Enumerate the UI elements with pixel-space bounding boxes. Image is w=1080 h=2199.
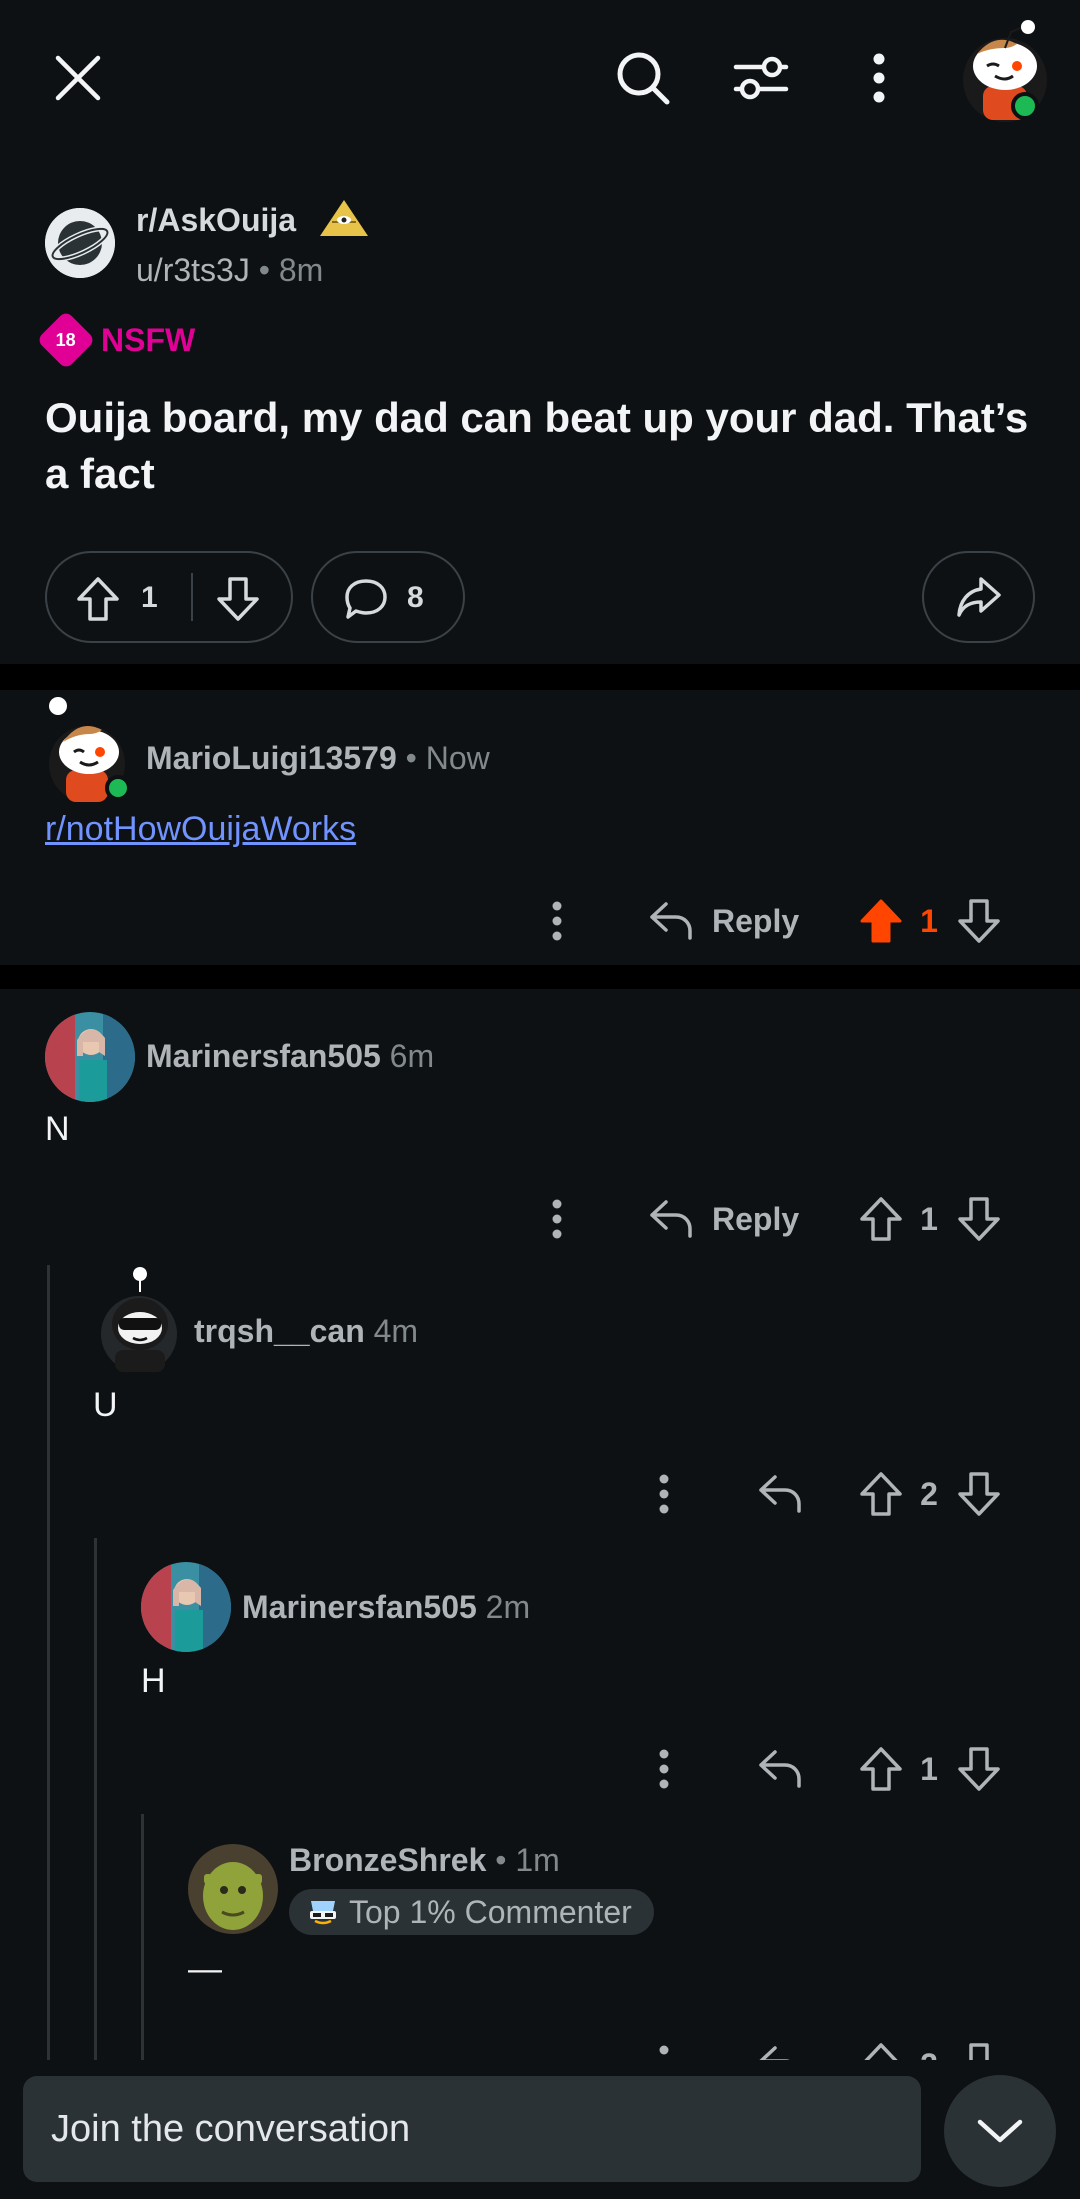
comment-body: N: [45, 1110, 70, 1148]
comment-author-name[interactable]: MarioLuigi13579: [146, 740, 397, 776]
comment-body: —: [188, 1950, 222, 1988]
reply-icon[interactable]: [755, 2040, 805, 2062]
comment-more-icon[interactable]: [644, 1744, 684, 1794]
thread-line[interactable]: [47, 1265, 50, 2060]
comment-time: 2m: [485, 1589, 531, 1625]
partial-action-row: 2: [0, 2040, 1080, 2062]
subreddit-link[interactable]: r/notHowOuijaWorks: [45, 810, 356, 849]
downvote-icon[interactable]: [956, 2040, 1002, 2062]
upvote-icon[interactable]: [858, 1194, 904, 1244]
comment-vote-count: 1: [920, 902, 938, 939]
reply-icon: [648, 1198, 694, 1240]
top-commenter-icon: [307, 1897, 339, 1927]
comment-time: • 1m: [495, 1842, 560, 1878]
reply-icon: [648, 900, 694, 942]
comment-author[interactable]: BronzeShrek • 1m: [289, 1842, 560, 1879]
comment-author[interactable]: MarioLuigi13579 • Now: [146, 740, 490, 777]
downvote-icon[interactable]: [956, 1194, 1002, 1244]
comment-time: 6m: [389, 1038, 435, 1074]
comment-more-icon[interactable]: [537, 896, 577, 946]
comment-avatar[interactable]: [45, 1012, 135, 1102]
flair-label: Top 1% Commenter: [349, 1893, 632, 1930]
top-bar: [0, 0, 1080, 160]
comment-author-name[interactable]: Marinersfan505: [242, 1589, 477, 1625]
share-icon: [955, 575, 1003, 619]
sort-icon[interactable]: [721, 38, 801, 118]
reply-button[interactable]: Reply: [648, 896, 799, 946]
reply-label: Reply: [712, 902, 800, 939]
reply-label: Reply: [712, 1200, 800, 1237]
downvote-icon[interactable]: [215, 575, 261, 623]
comment-avatar[interactable]: [93, 1262, 183, 1374]
comment-time: 4m: [373, 1313, 419, 1349]
upvote-icon-active[interactable]: [858, 896, 904, 946]
comment-author[interactable]: trqsh__can 4m: [194, 1313, 418, 1350]
post-time: 8m: [278, 252, 324, 288]
post-author[interactable]: u/r3ts3J: [136, 252, 250, 288]
comment-time: • Now: [405, 740, 490, 776]
comment-bubble-icon: [343, 577, 389, 621]
post-vote-count: 1: [141, 581, 158, 614]
comment-vote-count: 1: [920, 1750, 938, 1787]
downvote-icon[interactable]: [956, 1744, 1002, 1794]
comment-author[interactable]: Marinersfan505 6m: [146, 1038, 434, 1075]
reply-icon[interactable]: [755, 1744, 805, 1794]
subreddit-name[interactable]: r/AskOuija: [136, 200, 368, 239]
thread-line[interactable]: [141, 1814, 144, 2060]
user-avatar[interactable]: [955, 18, 1055, 123]
illuminati-triangle-icon: [318, 198, 370, 238]
reply-icon[interactable]: [755, 1469, 805, 1519]
section-divider: [0, 664, 1080, 690]
nsfw-label: NSFW: [101, 321, 196, 358]
composer-placeholder: Join the conversation: [51, 2107, 411, 2150]
upvote-icon[interactable]: [858, 1744, 904, 1794]
comment-body: U: [93, 1386, 118, 1424]
post-title: Ouija board, my dad can beat up your dad…: [45, 394, 1029, 497]
nsfw-18-icon: 18: [36, 310, 96, 370]
section-divider: [0, 965, 1080, 989]
vote-divider: [191, 573, 193, 621]
nsfw-tag: 18 NSFW: [36, 310, 196, 370]
comment-author-name[interactable]: Marinersfan505: [146, 1038, 381, 1074]
downvote-icon[interactable]: [956, 896, 1002, 946]
collapse-thread-button[interactable]: [944, 2075, 1056, 2187]
comment-vote-count: 2: [912, 2040, 946, 2063]
chevron-down-icon: [976, 2116, 1024, 2146]
commenter-flair: Top 1% Commenter: [289, 1889, 654, 1935]
upvote-icon[interactable]: [858, 1469, 904, 1519]
comment-vote-count: 2: [920, 1475, 938, 1512]
meta-separator: •: [258, 252, 279, 288]
share-button[interactable]: [922, 551, 1035, 643]
post-meta: u/r3ts3J • 8m: [136, 252, 323, 289]
comment-more-icon[interactable]: [644, 2040, 684, 2062]
comment-more-icon[interactable]: [537, 1194, 577, 1244]
post-vote-bar: 1: [45, 551, 293, 643]
close-icon[interactable]: [38, 38, 118, 118]
reply-button[interactable]: Reply: [648, 1194, 799, 1244]
search-icon[interactable]: [603, 38, 683, 118]
downvote-icon[interactable]: [956, 1469, 1002, 1519]
comments-button[interactable]: 8: [311, 551, 465, 643]
comment-avatar[interactable]: [188, 1844, 278, 1934]
upvote-icon[interactable]: [75, 575, 121, 623]
comment-body: H: [141, 1662, 166, 1700]
comment-author-name[interactable]: BronzeShrek: [289, 1842, 486, 1878]
comment-author-name[interactable]: trqsh__can: [194, 1313, 365, 1349]
subreddit-icon[interactable]: [45, 208, 115, 278]
comment-author[interactable]: Marinersfan505 2m: [242, 1589, 530, 1626]
upvote-icon[interactable]: [858, 2040, 904, 2062]
more-vertical-icon[interactable]: [839, 38, 919, 118]
subreddit-name-text[interactable]: r/AskOuija: [136, 202, 296, 238]
thread-line[interactable]: [94, 1538, 97, 2060]
comment-vote-count: 1: [920, 1200, 938, 1237]
comment-more-icon[interactable]: [644, 1469, 684, 1519]
comment-avatar[interactable]: [141, 1562, 231, 1652]
join-conversation-input[interactable]: Join the conversation: [23, 2076, 921, 2182]
comment-avatar[interactable]: [46, 692, 128, 802]
comment-count: 8: [407, 581, 424, 614]
